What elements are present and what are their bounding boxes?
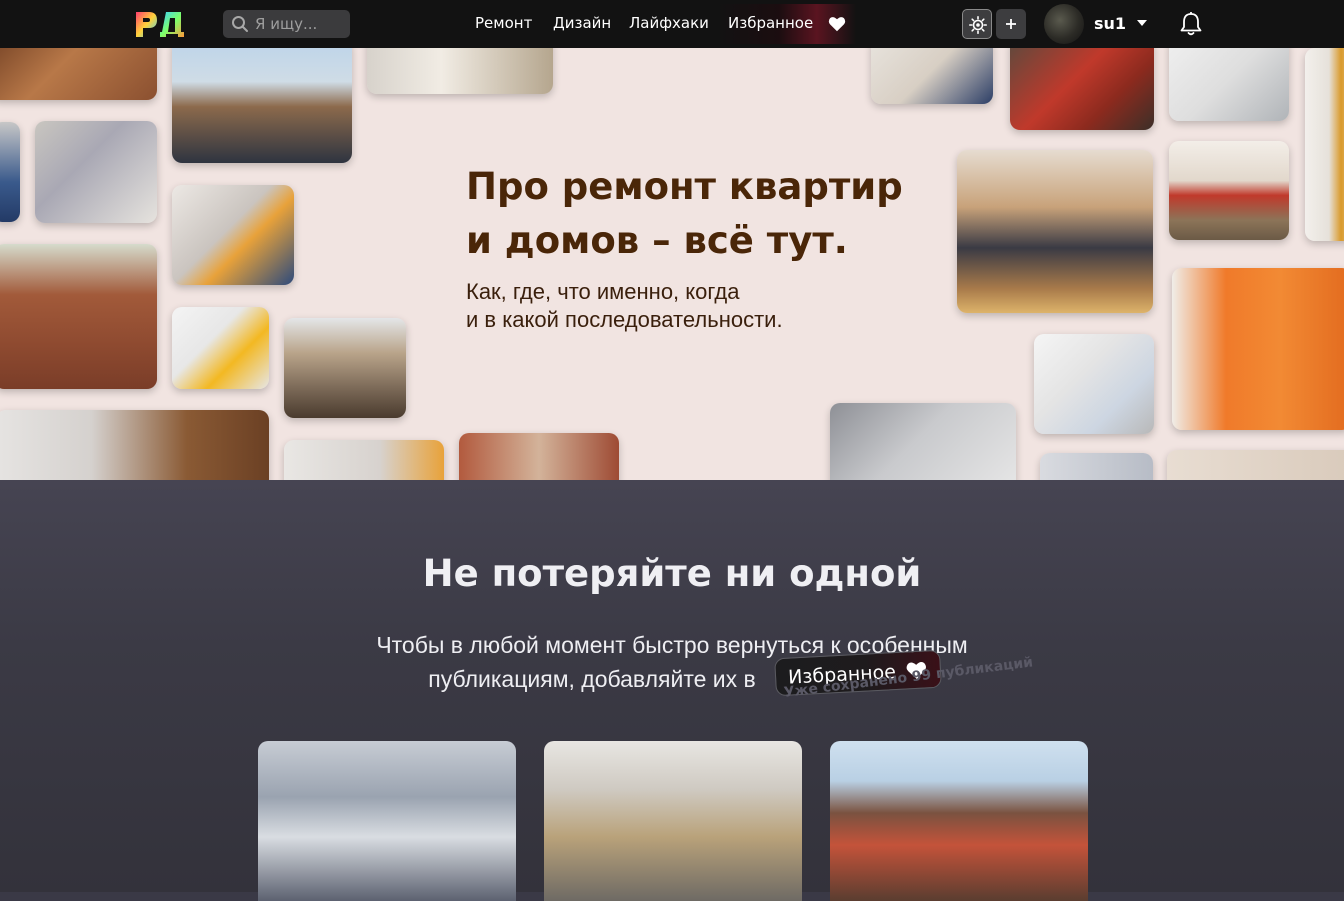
nav-remont[interactable]: Ремонт bbox=[475, 14, 532, 32]
nav-dizayn[interactable]: Дизайн bbox=[553, 14, 611, 32]
photo-floor-screed bbox=[1169, 141, 1289, 240]
chevron-down-icon[interactable] bbox=[1137, 20, 1147, 26]
hero-title: Про ремонт квартир и домов – всё тут. bbox=[466, 160, 936, 268]
photo-brick-corridor bbox=[459, 433, 619, 480]
photo-worker-red bbox=[1010, 48, 1154, 130]
photo-interior-bottom-right bbox=[1167, 450, 1344, 480]
search-icon bbox=[232, 16, 248, 32]
photo-sink-plumber bbox=[1034, 334, 1154, 434]
nav-layfhaki[interactable]: Лайфхаки bbox=[629, 14, 709, 32]
photo-drywall-attic bbox=[830, 403, 1016, 480]
heart-icon bbox=[828, 17, 846, 32]
favorites-title: Не потеряйте ни одной bbox=[422, 552, 922, 595]
search-box[interactable] bbox=[223, 10, 350, 38]
photo-renovation-wall bbox=[0, 410, 269, 480]
hero-subtitle: Как, где, что именно, когда и в какой по… bbox=[466, 278, 886, 334]
article-card-storage-jars[interactable] bbox=[544, 741, 802, 901]
hero-subtitle-line1: Как, где, что именно, когда bbox=[466, 279, 740, 304]
photo-wiring-helmet bbox=[284, 440, 444, 480]
photo-orange-wall-painters bbox=[1172, 268, 1344, 430]
photo-roof-workers bbox=[284, 318, 406, 418]
bell-icon[interactable] bbox=[1178, 11, 1204, 37]
photo-roofing-worker bbox=[172, 48, 352, 163]
photo-pipe-fitting bbox=[35, 121, 157, 223]
search-input[interactable] bbox=[255, 13, 345, 35]
nav-favorites-label: Избранное bbox=[728, 14, 814, 32]
photo-carpenter-tools bbox=[957, 150, 1153, 313]
photo-electrician-socket bbox=[172, 307, 269, 389]
hero-subtitle-line2: и в какой последовательности. bbox=[466, 307, 783, 332]
favorites-promo-section: Не потеряйте ни одной Чтобы в любой моме… bbox=[0, 480, 1344, 901]
top-navbar: Ремонт Дизайн Лайфхаки Избранное su1 bbox=[0, 0, 1344, 48]
photo-worker-left-edge bbox=[0, 122, 20, 222]
article-card-roof-repair[interactable] bbox=[830, 741, 1088, 901]
photo-window-install bbox=[1169, 48, 1289, 121]
photo-bricklaying bbox=[0, 244, 157, 389]
username[interactable]: su1 bbox=[1094, 14, 1126, 33]
add-post-button[interactable] bbox=[996, 9, 1026, 39]
plus-icon bbox=[1006, 19, 1016, 29]
hero-banner: Про ремонт квартир и домов – всё тут. Ка… bbox=[0, 48, 1344, 480]
photo-worker-top bbox=[871, 48, 993, 104]
photo-bathroom-small bbox=[1040, 453, 1153, 480]
nav-favorites[interactable]: Избранное bbox=[716, 4, 856, 44]
hero-title-line2: и домов – всё тут. bbox=[466, 219, 848, 262]
photo-plumbing-wrench bbox=[367, 48, 553, 94]
article-card-interior[interactable] bbox=[258, 741, 516, 901]
photo-floorboards bbox=[0, 48, 157, 100]
site-logo[interactable] bbox=[135, 10, 185, 38]
theme-toggle-icon bbox=[969, 16, 987, 34]
theme-toggle-button[interactable] bbox=[962, 9, 992, 39]
hero-title-line1: Про ремонт квартир bbox=[466, 165, 903, 208]
photo-electrician-wiring bbox=[172, 185, 294, 285]
avatar[interactable] bbox=[1044, 4, 1084, 44]
photo-level-tool bbox=[1305, 48, 1344, 241]
